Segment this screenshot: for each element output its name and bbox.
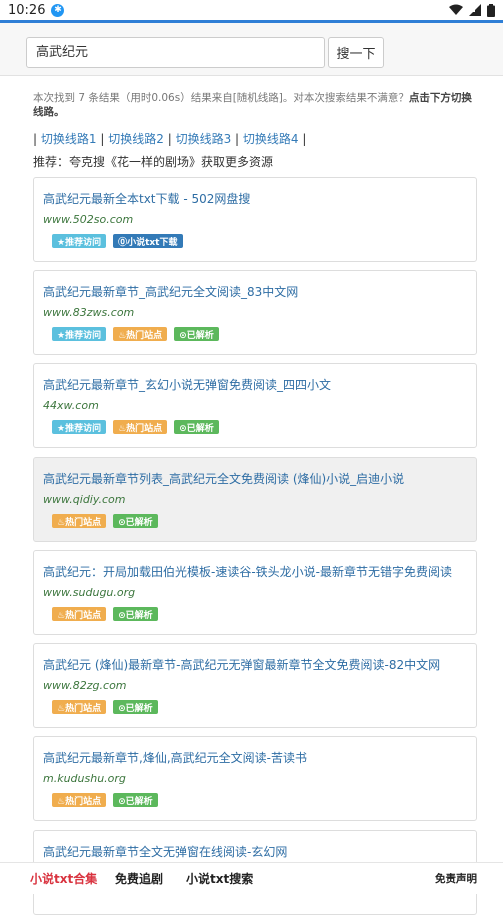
disclaimer-link[interactable]: 免责声明 (435, 871, 477, 886)
badge-recommended: ★推荐访问 (52, 234, 107, 248)
result-url: www.qidiy.com (43, 493, 126, 506)
clock: 10:26 (8, 2, 46, 18)
result-title-link[interactable]: 高武纪元：开局加载田伯光模板-速读谷-铁头龙小说-最新章节无错字免费阅读 (43, 563, 467, 580)
result-title-link[interactable]: 高武纪元最新章节全文无弹窗在线阅读-玄幻网 (43, 843, 467, 860)
recommend-text: 推荐：夸克搜《花一样的剧场》获取更多资源 (33, 155, 274, 169)
result-card[interactable]: 高武纪元最新全本txt下载 - 502网盘搜 www.502so.com ★推荐访问… (33, 177, 477, 262)
result-url: www.sudugu.org (43, 586, 136, 599)
result-summary-text: 本次找到 7 条结果（用时0.06s）结果来自[随机线路]。对本次搜索结果不满意… (33, 92, 409, 104)
status-icons (449, 3, 495, 17)
bottom-nav: 小说txt合集 免费追剧 小说txt搜索 免责声明 (0, 862, 503, 894)
result-url: 44xw.com (43, 399, 99, 412)
search-button[interactable]: 搜一下 (328, 37, 384, 68)
line-switcher: | 切换线路1 | 切换线路2 | 切换线路3 | 切换线路4 | (33, 130, 306, 147)
badge-recommended: ★推荐访问 (52, 327, 107, 341)
switch-line-3-link[interactable]: 切换线路3 (176, 132, 232, 146)
battery-icon (487, 3, 495, 17)
result-badges: ♨热门站点 ⊙已解析 (52, 607, 158, 621)
badge-hot-site: ♨热门站点 (52, 700, 107, 714)
cellular-signal-icon (469, 4, 481, 16)
result-url: www.82zg.com (43, 679, 127, 692)
result-badges: ★推荐访问 ♨热门站点 ⊙已解析 (52, 327, 219, 341)
badge-txt-download: ⓪小说txt下载 (113, 234, 183, 248)
result-badges: ♨热门站点 ⊙已解析 (52, 793, 158, 807)
result-card[interactable]: 高武纪元：开局加载田伯光模板-速读谷-铁头龙小说-最新章节无错字免费阅读 www.… (33, 550, 477, 635)
result-badges: ★推荐访问 ♨热门站点 ⊙已解析 (52, 420, 219, 434)
result-url: m.kudushu.org (43, 772, 126, 785)
bluetooth-icon: ✱ (51, 3, 65, 17)
line-separator: | (302, 132, 307, 146)
result-title-link[interactable]: 高武纪元最新章节_玄幻小说无弹窗免费阅读_四四小文 (43, 376, 467, 393)
badge-parsed: ⊙已解析 (113, 793, 158, 807)
search-input[interactable]: 高武纪元 (26, 37, 325, 68)
result-summary: 本次找到 7 条结果（用时0.06s）结果来自[随机线路]。对本次搜索结果不满意… (33, 91, 478, 119)
line-separator: | (167, 132, 172, 146)
result-title-link[interactable]: 高武纪元 (烽仙)最新章节-高武纪元无弹窗最新章节全文免费阅读-82中文网 (43, 656, 467, 673)
status-bar: 10:26 ✱ (0, 0, 503, 20)
result-title-link[interactable]: 高武纪元最新章节,烽仙,高武纪元全文阅读-苦读书 (43, 749, 467, 766)
result-badges: ★推荐访问 ⓪小说txt下载 (52, 234, 183, 248)
result-url: www.502so.com (43, 213, 134, 226)
wifi-icon (449, 4, 463, 15)
result-url: www.83zws.com (43, 306, 135, 319)
result-title-link[interactable]: 高武纪元最新全本txt下载 - 502网盘搜 (43, 190, 467, 207)
switch-line-2-link[interactable]: 切换线路2 (108, 132, 164, 146)
line-separator: | (235, 132, 240, 146)
nav-free-drama[interactable]: 免费追剧 (115, 870, 163, 887)
badge-hot-site: ♨热门站点 (52, 793, 107, 807)
badge-parsed: ⊙已解析 (174, 327, 219, 341)
result-card[interactable]: 高武纪元最新章节_玄幻小说无弹窗免费阅读_四四小文 44xw.com ★推荐访问 ♨热… (33, 363, 477, 448)
badge-recommended: ★推荐访问 (52, 420, 107, 434)
badge-hot-site: ♨热门站点 (113, 420, 168, 434)
switch-line-4-link[interactable]: 切换线路4 (243, 132, 299, 146)
badge-hot-site: ♨热门站点 (113, 327, 168, 341)
result-card[interactable]: 高武纪元最新章节,烽仙,高武纪元全文阅读-苦读书 m.kudushu.org ♨热门… (33, 736, 477, 821)
line-separator: | (100, 132, 105, 146)
nav-txt-collection[interactable]: 小说txt合集 (30, 870, 97, 887)
result-card[interactable]: 高武纪元 (烽仙)最新章节-高武纪元无弹窗最新章节全文免费阅读-82中文网 www… (33, 643, 477, 728)
nav-txt-search[interactable]: 小说txt搜索 (186, 870, 253, 887)
switch-line-1-link[interactable]: 切换线路1 (41, 132, 97, 146)
badge-hot-site: ♨热门站点 (52, 607, 107, 621)
result-badges: ♨热门站点 ⊙已解析 (52, 700, 158, 714)
line-separator: | (33, 132, 38, 146)
badge-parsed: ⊙已解析 (174, 420, 219, 434)
badge-parsed: ⊙已解析 (113, 514, 158, 528)
badge-parsed: ⊙已解析 (113, 607, 158, 621)
search-bar: 高武纪元 搜一下 (0, 23, 503, 76)
result-card[interactable]: 高武纪元最新章节_高武纪元全文阅读_83中文网 www.83zws.com ★推荐访… (33, 270, 477, 355)
badge-hot-site: ♨热门站点 (52, 514, 107, 528)
result-card[interactable]: 高武纪元最新章节列表_高武纪元全文免费阅读 (烽仙)小说_启迪小说 www.qid… (33, 457, 477, 542)
result-title-link[interactable]: 高武纪元最新章节列表_高武纪元全文免费阅读 (烽仙)小说_启迪小说 (43, 470, 467, 487)
badge-parsed: ⊙已解析 (113, 700, 158, 714)
result-badges: ♨热门站点 ⊙已解析 (52, 514, 158, 528)
result-title-link[interactable]: 高武纪元最新章节_高武纪元全文阅读_83中文网 (43, 283, 467, 300)
